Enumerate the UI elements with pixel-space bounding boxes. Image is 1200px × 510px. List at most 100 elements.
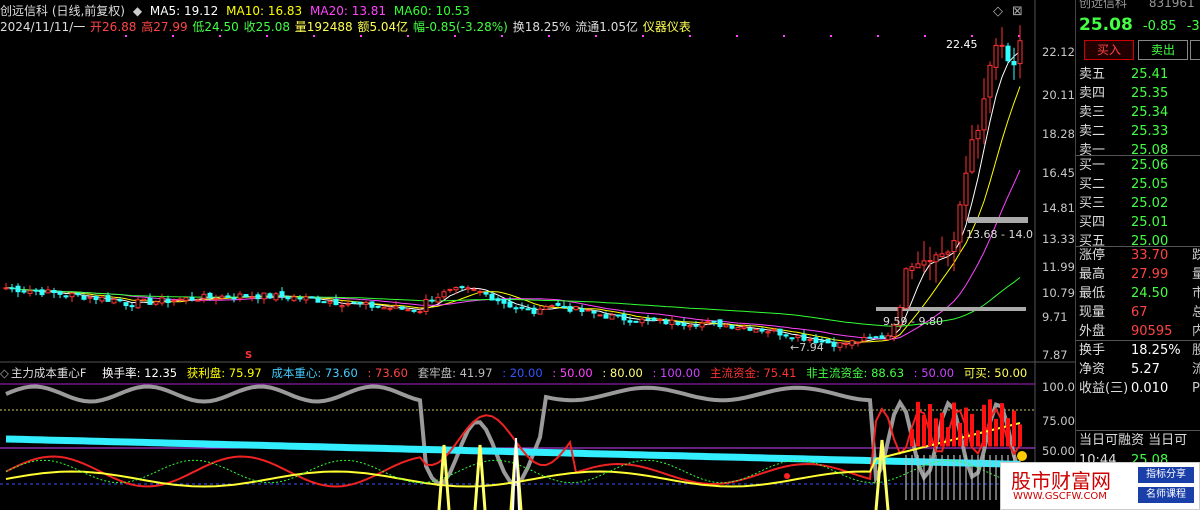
candle-body bbox=[567, 306, 573, 312]
close-icon[interactable]: ⊠ bbox=[1012, 4, 1023, 19]
top-marker bbox=[877, 35, 879, 37]
buy-button[interactable]: 买入 bbox=[1084, 40, 1134, 60]
main-fund-bar bbox=[952, 402, 956, 447]
candle-body bbox=[507, 301, 513, 308]
fin-row: 净资 5.27 流 bbox=[1079, 361, 1200, 379]
candle-body bbox=[87, 296, 93, 299]
candle-body bbox=[237, 293, 243, 299]
candle-body bbox=[99, 296, 105, 302]
candle-body bbox=[393, 305, 399, 309]
stock-title: 创远信科 (日线,前复权) bbox=[0, 4, 125, 18]
bid-row-value: 25.06 bbox=[1131, 158, 1169, 173]
more-button[interactable] bbox=[1190, 40, 1200, 60]
candle-body bbox=[1017, 40, 1023, 65]
candle-body bbox=[831, 341, 837, 347]
ask-row-label: 卖五 bbox=[1079, 67, 1106, 82]
bid-row-value: 25.01 bbox=[1131, 215, 1169, 230]
candle-body bbox=[597, 314, 603, 317]
high-price-label: 22.45 bbox=[946, 38, 978, 51]
candle-body bbox=[675, 321, 681, 326]
candle-body bbox=[549, 305, 555, 308]
candle-body bbox=[243, 294, 249, 298]
candle-body bbox=[861, 336, 867, 342]
candle-body bbox=[405, 309, 411, 312]
candle-body bbox=[999, 44, 1005, 47]
watermark-tag-2: 名师课程 bbox=[1138, 487, 1194, 503]
ma60-label: MA60: 10.53 bbox=[393, 4, 470, 18]
ind-lvl80: : 80.00 bbox=[602, 366, 643, 380]
ask-row: 卖五 25.41 bbox=[1079, 66, 1200, 84]
ind-cost-center: 成本重心: 73.60 bbox=[271, 366, 358, 380]
candle-body bbox=[735, 326, 741, 331]
stat-row-value: 33.70 bbox=[1131, 248, 1169, 263]
candle-body bbox=[279, 291, 285, 298]
candle-body bbox=[189, 296, 195, 301]
candle-body bbox=[537, 308, 543, 315]
top-marker bbox=[548, 35, 550, 37]
candle-body bbox=[441, 291, 447, 298]
candle-body bbox=[933, 254, 939, 263]
main-fund-bar bbox=[946, 427, 950, 447]
fin-row-label: 收益(三) bbox=[1079, 381, 1129, 396]
candle-body bbox=[465, 287, 471, 290]
ind-trapped: 套牢盘: 41.97 bbox=[417, 366, 493, 380]
main-fund-bar bbox=[994, 418, 998, 447]
candle-body bbox=[657, 318, 663, 321]
candle-body bbox=[765, 331, 771, 334]
candle-body bbox=[669, 319, 675, 325]
candle-body bbox=[975, 129, 981, 140]
top-marker bbox=[595, 35, 597, 37]
top-marker bbox=[971, 35, 973, 37]
candle-body bbox=[543, 306, 549, 310]
candle-body bbox=[981, 98, 987, 131]
candle-body bbox=[645, 318, 651, 321]
candle-body bbox=[15, 285, 21, 293]
candle-body bbox=[849, 340, 855, 346]
quote-close: 收25.08 bbox=[243, 20, 290, 34]
candle-body bbox=[681, 322, 687, 327]
diamond-icon: ◆ bbox=[132, 4, 143, 18]
fin-row-value: 5.27 bbox=[1131, 362, 1160, 377]
candle-body bbox=[459, 286, 465, 289]
candle-body bbox=[33, 289, 39, 292]
sell-button[interactable]: 卖出 bbox=[1138, 40, 1188, 60]
kline-chart[interactable] bbox=[0, 0, 1075, 510]
candle-body bbox=[69, 292, 75, 298]
candle-body bbox=[687, 324, 693, 328]
main-fund-bar bbox=[934, 418, 938, 447]
candle-body bbox=[75, 292, 81, 296]
top-marker bbox=[642, 35, 644, 37]
candle-body bbox=[771, 329, 777, 332]
margin-header: 当日可融资 当日可 bbox=[1079, 433, 1188, 448]
top-marker bbox=[501, 35, 503, 37]
ask-row-value: 25.41 bbox=[1131, 67, 1169, 82]
candle-body bbox=[411, 309, 417, 312]
candle-body bbox=[285, 296, 291, 300]
candle-body bbox=[291, 296, 297, 301]
margin-divider bbox=[1076, 430, 1200, 431]
candle-body bbox=[717, 319, 723, 328]
candle-body bbox=[531, 307, 537, 314]
settings-icon[interactable]: ◇ bbox=[993, 4, 1003, 19]
panel-change-pct: -3.2 bbox=[1186, 19, 1200, 34]
main-fund-bar bbox=[964, 407, 968, 447]
candle-body bbox=[195, 299, 201, 302]
stat-row-value: 90595 bbox=[1131, 324, 1173, 339]
main-fund-bar bbox=[1012, 410, 1016, 447]
candle-body bbox=[321, 301, 327, 304]
ind-turnover: 换手率: 12.35 bbox=[102, 366, 178, 380]
top-marker bbox=[454, 35, 456, 37]
candle-body bbox=[783, 334, 789, 337]
ind-non-main-fund: 非主流资金: 88.63 bbox=[806, 366, 905, 380]
stat-row-value: 67 bbox=[1131, 305, 1148, 320]
sell-signal-marker: S bbox=[245, 350, 253, 361]
candle-body bbox=[219, 295, 225, 299]
indicator-title: 主力成本重心F bbox=[10, 366, 87, 380]
candle-body bbox=[993, 44, 999, 68]
top-marker bbox=[172, 35, 174, 37]
candle-body bbox=[297, 297, 303, 300]
fin-row-value: 0.010 bbox=[1131, 381, 1169, 396]
candle-body bbox=[387, 307, 393, 310]
candle-body bbox=[939, 253, 945, 258]
panel-name: 创远信科 bbox=[1079, 0, 1128, 10]
